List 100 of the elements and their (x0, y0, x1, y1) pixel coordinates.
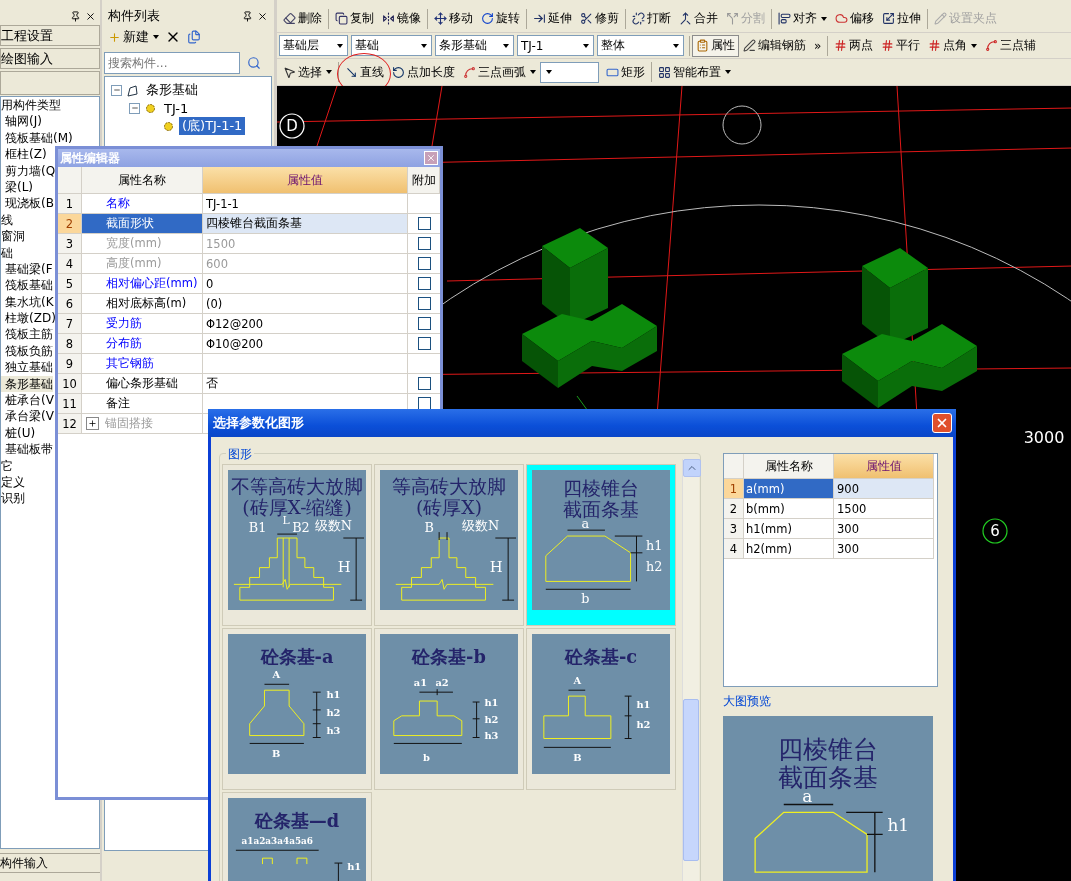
property-value[interactable]: 0 (203, 274, 408, 294)
property-name[interactable]: 名称 (82, 194, 203, 214)
toolbar-button[interactable]: 合并 (675, 7, 722, 30)
close-icon[interactable] (85, 10, 96, 22)
dropdown[interactable] (540, 61, 599, 83)
list-item[interactable]: 筏板基础(M) (1, 129, 73, 147)
property-value[interactable]: (0) (203, 294, 408, 314)
search-field[interactable]: 搜索构件... (104, 52, 240, 74)
property-name[interactable]: 相对偏心距(mm) (82, 274, 203, 294)
toolbar-button[interactable]: 复制 (331, 7, 378, 30)
shape-option[interactable]: 四棱锥台 截面条基 a h1 h2 b (526, 464, 676, 626)
nav-button[interactable]: 工程设置 (0, 25, 100, 46)
property-name[interactable]: 相对底标高(m) (82, 294, 203, 314)
property-value[interactable]: 否 (203, 374, 408, 394)
tree-toggle[interactable] (111, 84, 122, 96)
list-item[interactable]: 条形基础 (1, 375, 53, 393)
pin-icon[interactable] (242, 10, 253, 22)
list-item[interactable]: 筏板主筋 (1, 326, 53, 343)
list-item[interactable]: 基础梁(F (1, 260, 53, 278)
toolbar-button[interactable]: 两点 (830, 34, 878, 57)
category-heading[interactable]: 用构件类型 (1, 97, 61, 114)
toolbar-button[interactable]: 打断 (628, 7, 675, 30)
dropdown[interactable]: 基础层 (279, 35, 348, 56)
tree-toggle[interactable] (129, 102, 140, 114)
toolbar-button[interactable]: 平行 (877, 34, 925, 57)
scroll-thumb[interactable] (683, 699, 699, 861)
tree-item[interactable]: 条形基础 (143, 81, 201, 99)
property-name[interactable]: 偏心条形基础 (82, 374, 203, 394)
checkbox[interactable] (417, 297, 431, 310)
toolbar-button[interactable]: 编辑钢筋 (739, 34, 810, 57)
shape-option[interactable]: 砼条基-c A h1 h2 B (526, 628, 676, 790)
shape-option[interactable]: 等高砖大放脚 (砖厚X) B 级数N H (374, 464, 524, 626)
toolbar-button[interactable]: 选择 (279, 61, 336, 84)
shape-option[interactable]: 砼条基-b a1 a2 h1 h2 h3 b (374, 628, 524, 790)
parameter-value[interactable]: 300 (834, 539, 934, 559)
toolbar-button[interactable]: 旋转 (477, 7, 524, 30)
parameter-value[interactable]: 900 (834, 479, 934, 499)
property-name[interactable]: 截面形状 (82, 214, 203, 234)
toolbar-button[interactable]: 三点画弧 (459, 61, 540, 84)
category-heading[interactable]: 它 (1, 457, 13, 474)
toolbar-button[interactable]: 延伸 (529, 7, 576, 30)
list-item[interactable]: 筏板基础 (1, 277, 53, 294)
copy-icon[interactable] (187, 30, 201, 44)
shape-thumbnail[interactable]: 等高砖大放脚 (砖厚X) B 级数N H (380, 470, 518, 610)
category-heading[interactable]: 定义 (1, 474, 25, 491)
parameter-value[interactable]: 300 (834, 519, 934, 539)
toolbar-button[interactable]: 智能布置 (654, 61, 735, 84)
parameter-name[interactable]: h1(mm) (744, 519, 834, 539)
category-heading[interactable]: 础 (1, 244, 13, 261)
dropdown[interactable]: 条形基础 (435, 35, 514, 56)
nav-button[interactable]: 绘图输入 (0, 48, 100, 69)
toolbar-button[interactable]: » (810, 34, 826, 57)
shape-thumbnail[interactable]: 砼条基-c A h1 h2 B (532, 634, 670, 774)
parameter-name[interactable]: h2(mm) (744, 539, 834, 559)
property-name[interactable]: 分布筋 (82, 334, 203, 354)
list-item[interactable]: 梁(L) (1, 178, 34, 196)
pin-icon[interactable] (70, 10, 81, 22)
list-item[interactable]: 承台梁(V (1, 408, 54, 425)
dropdown[interactable]: 基础 (351, 35, 432, 56)
property-value[interactable]: TJ-1-1 (203, 194, 408, 214)
toolbar-button[interactable]: 直线 (341, 61, 388, 84)
new-button[interactable]: 新建 (108, 28, 159, 46)
panel-tab[interactable]: 构件输入 (0, 853, 100, 873)
toolbar-button[interactable]: 点角 (924, 34, 982, 57)
toolbar-button[interactable]: 三点辅 (981, 34, 1041, 57)
property-name[interactable]: 其它钢筋 (82, 354, 203, 374)
toolbar-button[interactable]: 移动 (430, 7, 477, 30)
tree-item[interactable]: TJ-1 (161, 100, 192, 116)
list-item[interactable]: 桩(U) (1, 424, 36, 442)
list-item[interactable]: 独立基础 (1, 359, 53, 376)
scrollbar[interactable] (682, 459, 699, 881)
close-button[interactable] (932, 413, 952, 433)
list-item[interactable]: 桩承台(V (1, 392, 54, 409)
list-item[interactable]: 集水坑(K (1, 293, 54, 311)
toolbar-button[interactable]: 镜像 (378, 7, 425, 30)
category-heading[interactable]: 线 (1, 211, 13, 229)
list-item[interactable]: 现浇板(B (1, 195, 54, 212)
list-item[interactable]: 剪力墙(Q (1, 162, 56, 179)
toolbar-button[interactable]: 偏移 (831, 7, 878, 30)
toolbar-button[interactable]: 修剪 (576, 7, 623, 30)
property-name[interactable]: 备注 (82, 394, 203, 414)
property-name[interactable]: 受力筋 (82, 314, 203, 334)
toolbar-button[interactable]: 点加长度 (388, 61, 459, 84)
property-value[interactable]: 四棱锥台截面条基 (203, 214, 408, 234)
toolbar-button[interactable]: 删除 (279, 7, 326, 30)
close-icon[interactable] (257, 10, 268, 22)
toolbar-button[interactable]: 对齐 (774, 7, 831, 30)
checkbox[interactable] (417, 377, 431, 390)
shape-thumbnail[interactable]: 四棱锥台 截面条基 a h1 h2 b (532, 470, 670, 610)
dropdown[interactable]: 整体 (597, 35, 684, 56)
tree-item[interactable]: (底)TJ-1-1 (179, 117, 246, 135)
property-value[interactable]: Φ12@200 (203, 314, 408, 334)
list-item[interactable]: 基础板带 (1, 441, 53, 458)
property-value[interactable]: Φ10@200 (203, 334, 408, 354)
checkbox[interactable] (417, 337, 431, 350)
shape-thumbnail[interactable]: 砼条基-b a1 a2 h1 h2 h3 b (380, 634, 518, 774)
parameter-name[interactable]: a(mm) (744, 479, 834, 499)
checkbox[interactable] (417, 317, 431, 330)
toolbar-button[interactable]: 矩形 (602, 61, 649, 84)
dropdown[interactable]: TJ-1 (517, 35, 594, 56)
